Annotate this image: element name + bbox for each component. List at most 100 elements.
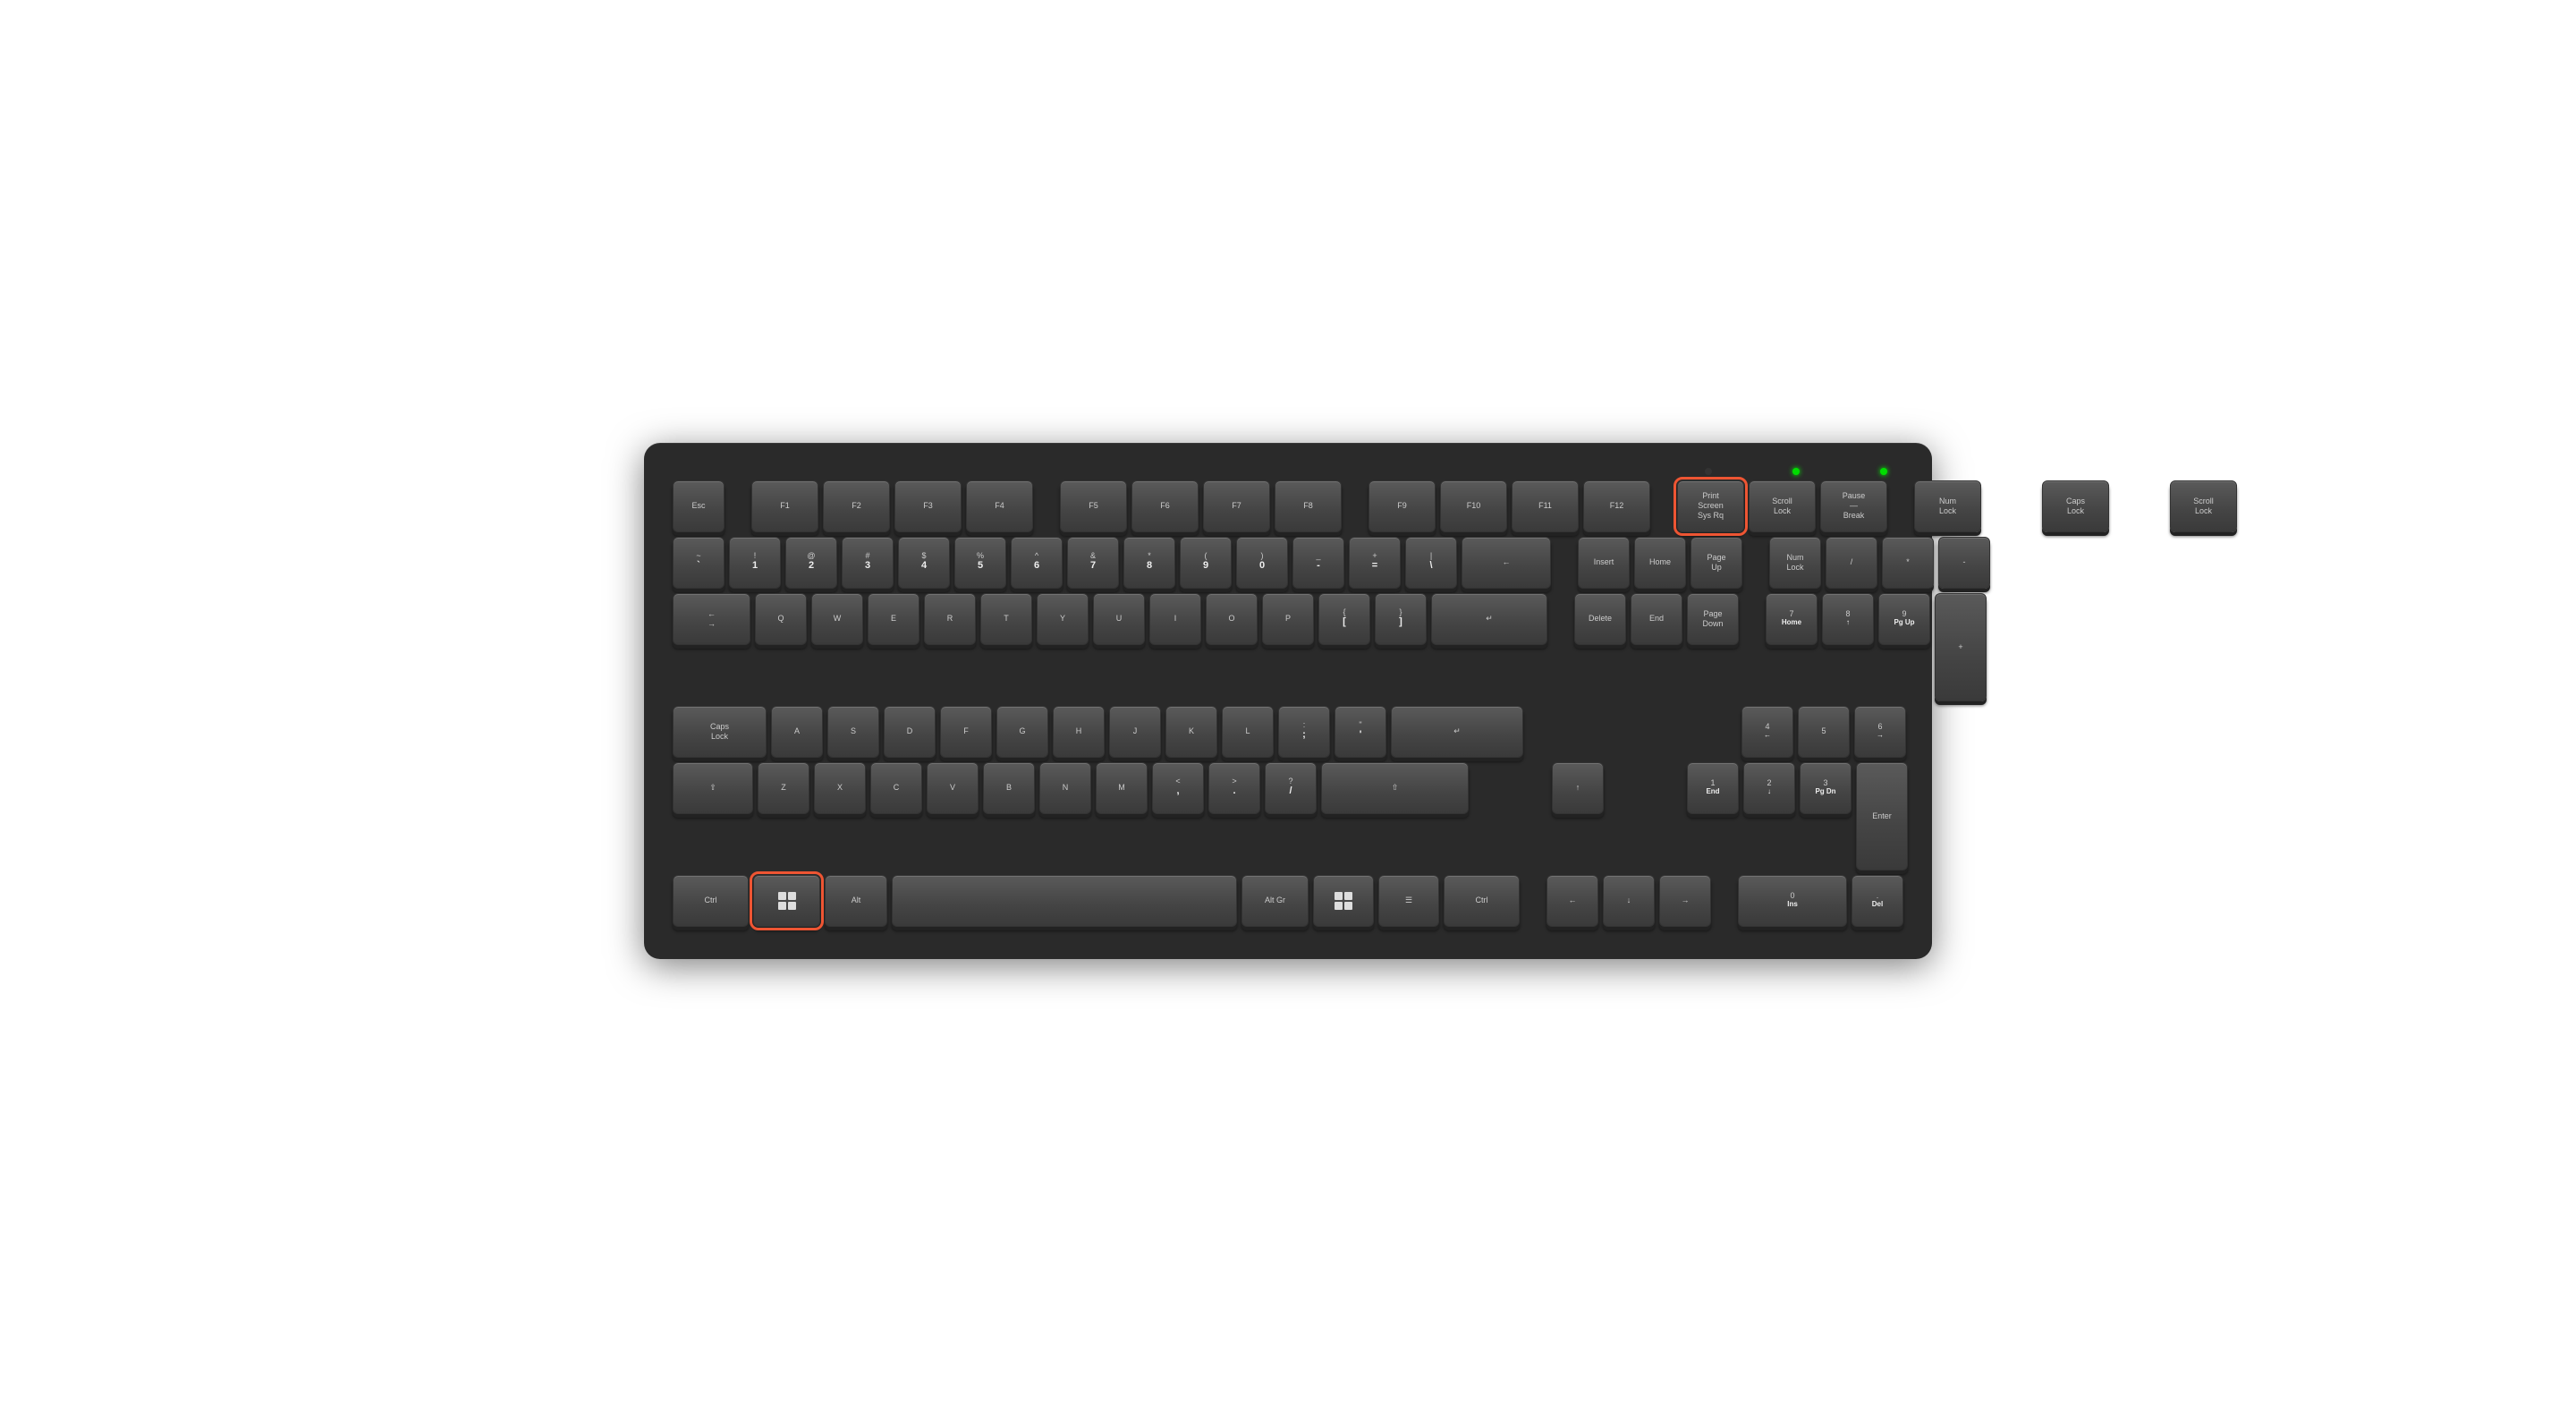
key-b[interactable]: B xyxy=(983,762,1035,814)
key-k[interactable]: K xyxy=(1165,706,1217,758)
key-x[interactable]: X xyxy=(814,762,866,814)
key-equals[interactable]: += xyxy=(1349,537,1401,589)
key-m[interactable]: M xyxy=(1096,762,1148,814)
key-8[interactable]: *8 xyxy=(1123,537,1175,589)
key-backspace[interactable]: ← xyxy=(1462,537,1551,589)
key-numpad-enter[interactable]: Enter xyxy=(1856,762,1908,870)
key-enter-big[interactable]: ↵ xyxy=(1391,706,1523,758)
key-pause[interactable]: Pause—Break xyxy=(1820,480,1887,532)
key-numpad-3[interactable]: 3Pg Dn xyxy=(1800,762,1852,814)
key-j[interactable]: J xyxy=(1109,706,1161,758)
key-f11[interactable]: F11 xyxy=(1512,480,1579,532)
key-ctrl-left[interactable]: Ctrl xyxy=(673,875,749,927)
key-f6[interactable]: F6 xyxy=(1131,480,1199,532)
key-i[interactable]: I xyxy=(1149,593,1201,645)
key-numpad-0[interactable]: 0Ins xyxy=(1738,875,1847,927)
key-page-down[interactable]: PageDown xyxy=(1687,593,1739,645)
key-z[interactable]: Z xyxy=(758,762,809,814)
key-5[interactable]: %5 xyxy=(954,537,1006,589)
key-arrow-down[interactable]: ↓ xyxy=(1603,875,1655,927)
key-numpad-4[interactable]: 4← xyxy=(1741,706,1793,758)
key-alt-left[interactable]: Alt xyxy=(825,875,887,927)
key-f12[interactable]: F12 xyxy=(1583,480,1650,532)
key-numpad-dot[interactable]: .Del xyxy=(1852,875,1903,927)
key-lbracket[interactable]: {[ xyxy=(1318,593,1370,645)
key-w[interactable]: W xyxy=(811,593,863,645)
key-menu[interactable]: ☰ xyxy=(1378,875,1439,927)
key-o[interactable]: O xyxy=(1206,593,1258,645)
key-numpad-plus[interactable]: + xyxy=(1935,593,1987,701)
key-tab[interactable]: ←→ xyxy=(673,593,750,645)
key-a[interactable]: A xyxy=(771,706,823,758)
key-f5[interactable]: F5 xyxy=(1060,480,1127,532)
key-win-right[interactable] xyxy=(1313,875,1374,927)
key-slash[interactable]: ?/ xyxy=(1265,762,1317,814)
key-numpad-9[interactable]: 9Pg Up xyxy=(1878,593,1930,645)
key-4[interactable]: $4 xyxy=(898,537,950,589)
key-2[interactable]: @2 xyxy=(785,537,837,589)
key-numpad-1[interactable]: 1End xyxy=(1687,762,1739,814)
key-f3[interactable]: F3 xyxy=(894,480,962,532)
key-shift-right[interactable]: ⇧ xyxy=(1321,762,1469,814)
key-h[interactable]: H xyxy=(1053,706,1105,758)
key-backtick[interactable]: ~` xyxy=(673,537,724,589)
key-q[interactable]: Q xyxy=(755,593,807,645)
key-quote[interactable]: "' xyxy=(1335,706,1386,758)
key-alt-gr[interactable]: Alt Gr xyxy=(1241,875,1309,927)
key-f9[interactable]: F9 xyxy=(1368,480,1436,532)
key-numpad-8[interactable]: 8↑ xyxy=(1822,593,1874,645)
key-7[interactable]: &7 xyxy=(1067,537,1119,589)
key-d[interactable]: D xyxy=(884,706,936,758)
key-e[interactable]: E xyxy=(868,593,919,645)
key-scroll-lock[interactable]: ScrollLock xyxy=(1749,480,1816,532)
key-f2[interactable]: F2 xyxy=(823,480,890,532)
key-home[interactable]: Home xyxy=(1634,537,1686,589)
key-numpad-star[interactable]: * xyxy=(1882,537,1934,589)
key-y[interactable]: Y xyxy=(1037,593,1089,645)
key-delete[interactable]: Delete xyxy=(1574,593,1626,645)
key-end[interactable]: End xyxy=(1631,593,1682,645)
key-page-up[interactable]: PageUp xyxy=(1690,537,1742,589)
key-esc[interactable]: Esc xyxy=(673,480,724,532)
key-p[interactable]: P xyxy=(1262,593,1314,645)
key-space[interactable] xyxy=(892,875,1237,927)
key-caps-lock-label[interactable]: CapsLock xyxy=(2042,480,2109,532)
key-u[interactable]: U xyxy=(1093,593,1145,645)
key-s[interactable]: S xyxy=(827,706,879,758)
key-arrow-right[interactable]: → xyxy=(1659,875,1711,927)
key-ctrl-right[interactable]: Ctrl xyxy=(1444,875,1520,927)
key-0[interactable]: )0 xyxy=(1236,537,1288,589)
key-period[interactable]: >. xyxy=(1208,762,1260,814)
key-pipe[interactable]: |\ xyxy=(1405,537,1457,589)
key-f[interactable]: F xyxy=(940,706,992,758)
key-f4[interactable]: F4 xyxy=(966,480,1033,532)
key-semicolon[interactable]: :; xyxy=(1278,706,1330,758)
key-c[interactable]: C xyxy=(870,762,922,814)
key-win-left[interactable] xyxy=(753,875,820,927)
key-g[interactable]: G xyxy=(996,706,1048,758)
key-f1[interactable]: F1 xyxy=(751,480,818,532)
key-minus[interactable]: _- xyxy=(1292,537,1344,589)
key-v[interactable]: V xyxy=(927,762,979,814)
key-1[interactable]: !1 xyxy=(729,537,781,589)
key-numpad-6[interactable]: 6→ xyxy=(1854,706,1906,758)
key-3[interactable]: #3 xyxy=(842,537,894,589)
key-insert[interactable]: Insert xyxy=(1578,537,1630,589)
key-caps-lock[interactable]: CapsLock xyxy=(673,706,767,758)
key-arrow-left[interactable]: ← xyxy=(1546,875,1598,927)
key-r[interactable]: R xyxy=(924,593,976,645)
key-numpad-2[interactable]: 2↓ xyxy=(1743,762,1795,814)
key-enter[interactable]: ↵ xyxy=(1431,593,1547,645)
key-shift-left[interactable]: ⇧ xyxy=(673,762,753,814)
key-rbracket[interactable]: }] xyxy=(1375,593,1427,645)
key-f10[interactable]: F10 xyxy=(1440,480,1507,532)
key-f8[interactable]: F8 xyxy=(1275,480,1342,532)
key-t[interactable]: T xyxy=(980,593,1032,645)
key-f7[interactable]: F7 xyxy=(1203,480,1270,532)
key-numpad-slash[interactable]: / xyxy=(1826,537,1877,589)
key-numpad-7[interactable]: 7Home xyxy=(1766,593,1818,645)
key-numpad-minus[interactable]: - xyxy=(1938,537,1990,589)
key-n[interactable]: N xyxy=(1039,762,1091,814)
key-num-lock-label[interactable]: NumLock xyxy=(1914,480,1981,532)
key-l[interactable]: L xyxy=(1222,706,1274,758)
